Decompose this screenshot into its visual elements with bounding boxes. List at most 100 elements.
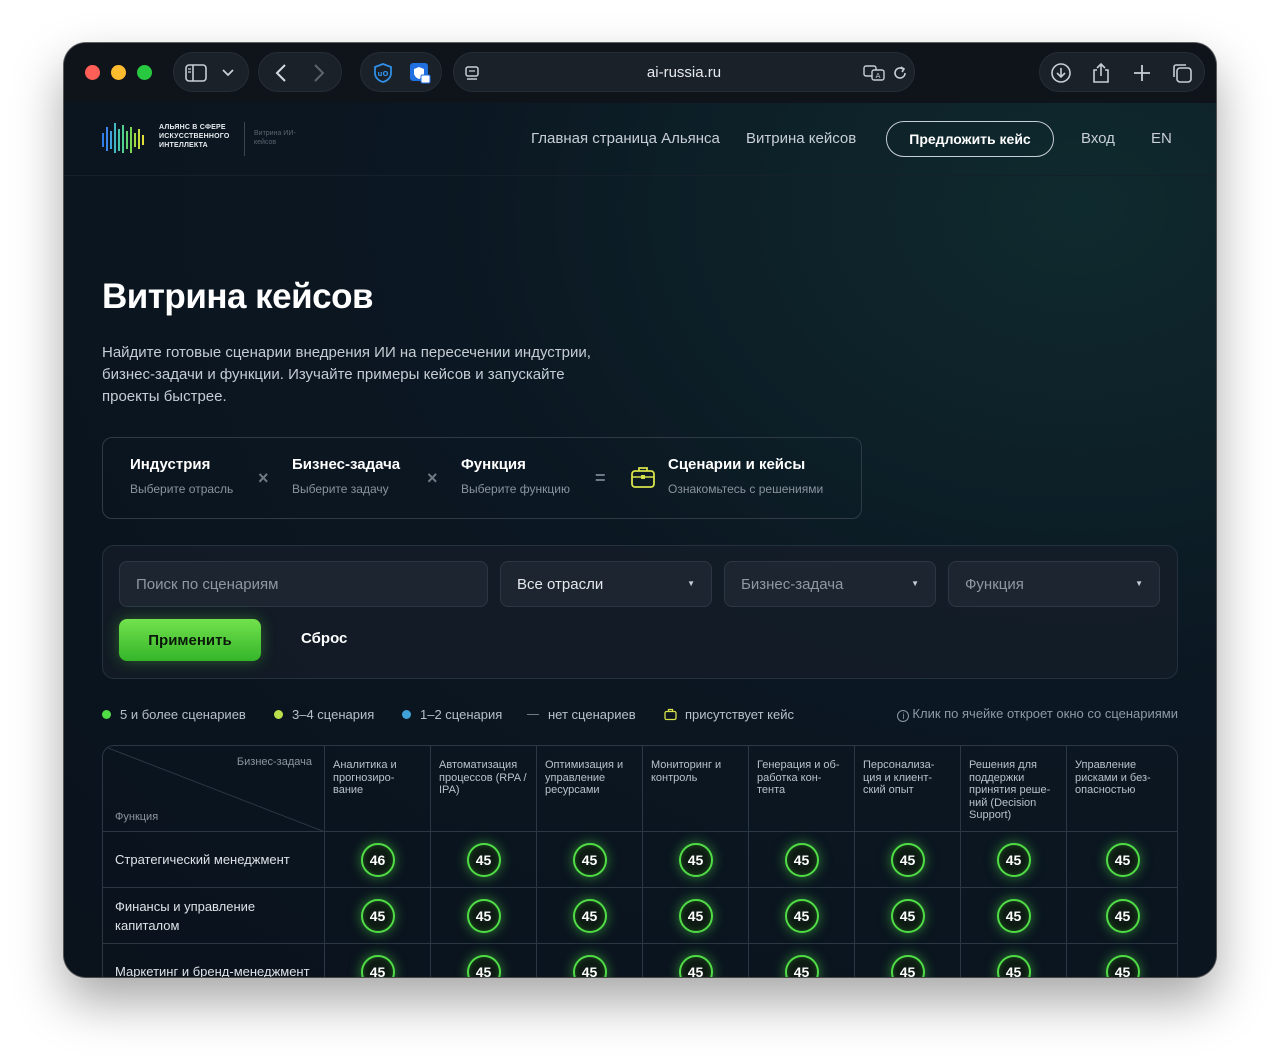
tab-overview-icon[interactable] — [1168, 53, 1196, 93]
matrix-cell[interactable]: 45 — [431, 888, 537, 944]
browser-actions-group — [1039, 52, 1205, 92]
legend-item-none: нет сценариев — [527, 707, 636, 722]
matrix-cell[interactable]: 45 — [855, 888, 961, 944]
extensions-group: uO — [360, 52, 442, 92]
scenario-count-badge: 45 — [360, 954, 395, 977]
scenario-count-badge: 45 — [360, 898, 395, 933]
scenario-count-badge: 45 — [890, 898, 925, 933]
industry-select-value: Все отрасли — [517, 575, 604, 593]
matrix-hint-text: Клик по ячейке откроет окно со сценариям… — [912, 706, 1178, 721]
filter-panel: Поиск по сценариям Все отрасли ▼ Бизнес-… — [102, 545, 1178, 679]
formula-industry: Индустрия Выберите отрасль — [130, 456, 233, 496]
reload-icon[interactable] — [888, 53, 912, 93]
matrix-cell[interactable]: 45 — [643, 888, 749, 944]
scenario-matrix: Бизнес-задача Функция Аналитика и прогно… — [102, 745, 1178, 977]
scenario-count-badge: 45 — [996, 954, 1031, 977]
task-select[interactable]: Бизнес-задача ▼ — [724, 561, 936, 607]
translate-icon[interactable]: A — [862, 53, 886, 93]
matrix-cell[interactable]: 45 — [643, 832, 749, 888]
nav-showcase-link[interactable]: Витрина кейсов — [746, 130, 856, 147]
legend-item-3to4: 3–4 сценария — [274, 707, 374, 722]
zoom-window-button[interactable] — [137, 65, 152, 80]
scenario-count-badge: 45 — [890, 954, 925, 977]
corner-task-label: Бизнес-задача — [236, 756, 312, 768]
matrix-cell[interactable]: 45 — [1067, 888, 1177, 944]
function-select-value: Функция — [965, 575, 1024, 593]
logo-text: АЛЬЯНС В СФЕРЕ ИСКУССТВЕННОГО ИНТЕЛЛЕКТА — [159, 124, 230, 149]
scenario-count-badge: 45 — [678, 898, 713, 933]
alliance-logo-icon[interactable] — [102, 119, 148, 164]
matrix-cell[interactable]: 45 — [537, 888, 643, 944]
matrix-cell[interactable]: 45 — [855, 944, 961, 977]
scenario-count-badge: 45 — [466, 842, 501, 877]
matrix-cell[interactable]: 45 — [537, 944, 643, 977]
multiply-icon: × — [258, 468, 269, 488]
scenario-count-badge: 45 — [996, 842, 1031, 877]
scenario-count-badge: 45 — [1105, 954, 1140, 977]
apply-button[interactable]: Применить — [119, 619, 261, 661]
scenario-count-badge: 45 — [466, 898, 501, 933]
lime-dot-icon — [274, 710, 283, 719]
green-dot-icon — [102, 710, 111, 719]
login-link[interactable]: Вход — [1081, 130, 1115, 147]
matrix-cell[interactable]: 45 — [431, 944, 537, 977]
language-switch[interactable]: EN — [1151, 130, 1172, 147]
formula-panel: Индустрия Выберите отрасль × Бизнес-зада… — [102, 437, 862, 519]
scenario-count-badge: 45 — [572, 842, 607, 877]
search-input[interactable]: Поиск по сценариям — [119, 561, 488, 607]
download-icon[interactable] — [1048, 53, 1074, 93]
logo-divider — [244, 122, 245, 156]
password-manager-icon[interactable] — [405, 53, 435, 93]
share-icon[interactable] — [1088, 53, 1114, 93]
matrix-cell[interactable]: 45 — [749, 832, 855, 888]
matrix-cell[interactable]: 45 — [961, 944, 1067, 977]
matrix-cell[interactable]: 45 — [537, 832, 643, 888]
matrix-cell[interactable]: 45 — [431, 832, 537, 888]
svg-text:A: A — [876, 72, 881, 80]
legend-item-1to2: 1–2 сценария — [402, 707, 502, 722]
reset-button[interactable]: Сброс — [301, 630, 347, 647]
matrix-cell[interactable]: 45 — [749, 944, 855, 977]
matrix-cell[interactable]: 45 — [961, 888, 1067, 944]
sidebar-icon[interactable] — [184, 53, 208, 93]
caret-down-icon: ▼ — [687, 579, 695, 588]
column-header: Управление рисками и без-опасностью — [1067, 746, 1177, 832]
propose-case-button[interactable]: Предложить кейс — [886, 121, 1054, 157]
close-window-button[interactable] — [85, 65, 100, 80]
forward-icon[interactable] — [307, 53, 331, 93]
scenario-count-badge: 45 — [466, 954, 501, 977]
address-bar[interactable]: ai-russia.ru A — [453, 52, 915, 92]
industry-select[interactable]: Все отрасли ▼ — [500, 561, 712, 607]
back-icon[interactable] — [269, 53, 293, 93]
dash-icon — [527, 714, 539, 715]
briefcase-icon — [664, 708, 677, 721]
matrix-cell[interactable]: 45 — [1067, 944, 1177, 977]
page-description: Найдите готовые сценарии внедрения ИИ на… — [102, 344, 591, 405]
formula-result-sub: Ознакомьтесь с решениями — [668, 482, 824, 496]
browser-window: uO ai-russia.ru A АЛЬЯНС В СФЕРЕ ИСКУССТ… — [64, 43, 1216, 977]
matrix-cell[interactable]: 45 — [325, 944, 431, 977]
matrix-cell[interactable]: 45 — [961, 832, 1067, 888]
legend-item-5plus: 5 и более сценариев — [102, 707, 246, 722]
matrix-cell[interactable]: 45 — [643, 944, 749, 977]
chevron-down-icon[interactable] — [218, 53, 238, 93]
matrix-cell[interactable]: 46 — [325, 832, 431, 888]
function-select[interactable]: Функция ▼ — [948, 561, 1160, 607]
legend-label: 5 и более сценариев — [120, 707, 246, 722]
formula-industry-sub: Выберите отрасль — [130, 482, 234, 496]
new-tab-icon[interactable] — [1129, 53, 1155, 93]
scenario-count-badge: 45 — [784, 954, 819, 977]
column-header: Мониторинг и контроль — [643, 746, 749, 832]
matrix-cell[interactable]: 45 — [325, 888, 431, 944]
formula-function-sub: Выберите функцию — [461, 482, 570, 496]
scenario-count-badge: 45 — [678, 842, 713, 877]
matrix-cell[interactable]: 45 — [855, 832, 961, 888]
scenario-count-badge: 45 — [1105, 898, 1140, 933]
shield-extension-icon[interactable]: uO — [369, 53, 397, 93]
nav-home-link[interactable]: Главная страница Альянса — [531, 130, 720, 147]
matrix-corner: Бизнес-задача Функция — [103, 746, 325, 832]
matrix-cell[interactable]: 45 — [749, 888, 855, 944]
formula-function: Функция Выберите функцию — [461, 456, 570, 496]
matrix-cell[interactable]: 45 — [1067, 832, 1177, 888]
minimize-window-button[interactable] — [111, 65, 126, 80]
